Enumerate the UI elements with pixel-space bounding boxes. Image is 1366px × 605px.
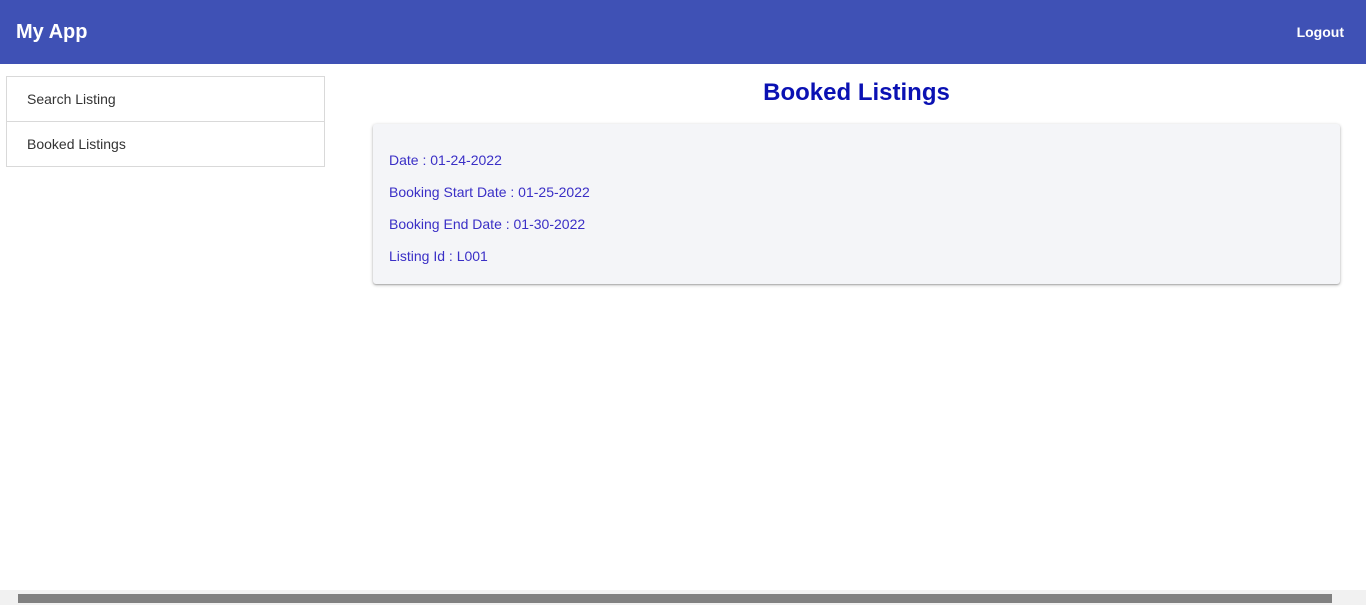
sidebar-item-booked-listings[interactable]: Booked Listings (6, 121, 325, 167)
app-bar: My App Logout (0, 0, 1366, 64)
scrollbar-thumb[interactable] (18, 594, 1332, 603)
sidebar: Search Listing Booked Listings (6, 76, 325, 167)
booking-date: Date : 01-24-2022 (389, 152, 502, 168)
booking-start-date: Booking Start Date : 01-25-2022 (389, 184, 590, 200)
app-title: My App (16, 21, 88, 43)
listing-id: Listing Id : L001 (389, 248, 488, 264)
booking-card: Date : 01-24-2022 Booking Start Date : 0… (373, 124, 1340, 284)
logout-button[interactable]: Logout (1297, 22, 1344, 42)
horizontal-scrollbar[interactable] (0, 590, 1366, 605)
sidebar-item-search-listing[interactable]: Search Listing (6, 76, 325, 122)
page-title: Booked Listings (763, 79, 950, 106)
booking-end-date: Booking End Date : 01-30-2022 (389, 216, 586, 232)
